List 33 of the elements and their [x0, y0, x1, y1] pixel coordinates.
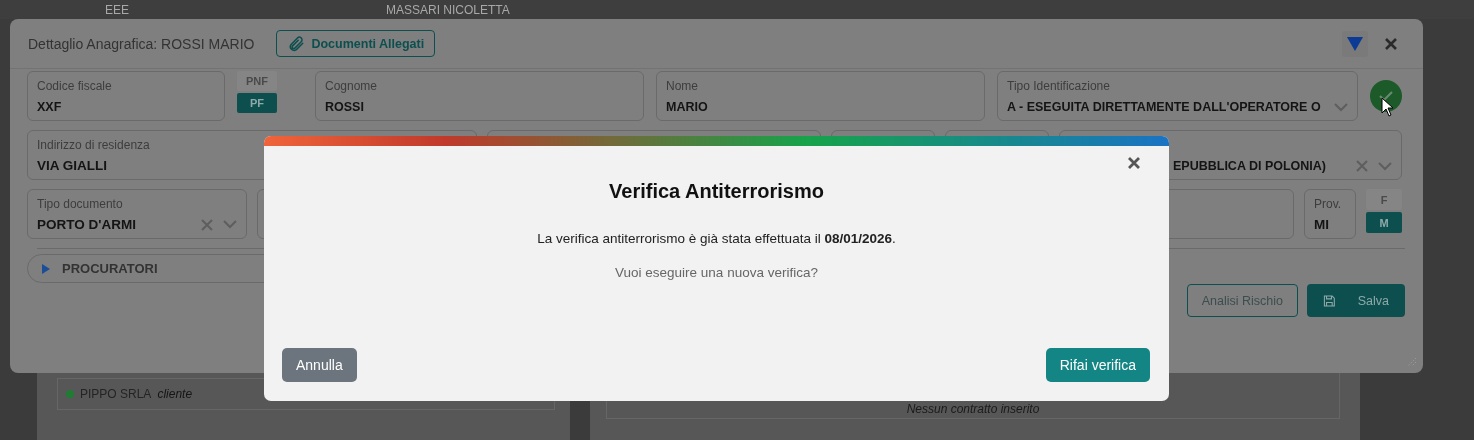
toggle-option[interactable]: F	[1366, 189, 1402, 210]
input-field[interactable]: Cognome ROSSI	[315, 71, 644, 121]
chevron-down-icon[interactable]	[223, 220, 237, 229]
table-cell: EEE	[105, 2, 129, 17]
attachments-button[interactable]: Documenti Allegati	[276, 30, 436, 57]
table-cell: MASSARI NICOLETTA	[386, 2, 510, 17]
chevron-down-icon[interactable]	[1378, 161, 1392, 171]
close-icon[interactable]	[1384, 36, 1398, 51]
close-icon[interactable]	[1127, 156, 1141, 170]
toggle-option[interactable]: M	[1366, 212, 1402, 233]
input-field[interactable]: Nome MARIO	[656, 71, 985, 121]
retry-button[interactable]: Rifai verifica	[1045, 348, 1150, 382]
window-title: Dettaglio Anagrafica: ROSSI MARIO	[28, 35, 255, 52]
cancel-button[interactable]: Annulla	[282, 348, 357, 382]
dialog-question: Vuoi eseguire una nuova verifica?	[615, 265, 818, 280]
toggle-option[interactable]: PF	[237, 93, 277, 113]
filter-button[interactable]	[1342, 30, 1368, 57]
clear-icon[interactable]	[1356, 160, 1368, 172]
select-field[interactable]: Tipo Identificazione A - ESEGUITA DIRETTAMENTE DALL'OPERATORE O	[997, 71, 1358, 121]
triangle-icon	[1347, 36, 1363, 51]
client-role: cliente	[157, 387, 193, 401]
dialog-title: Verifica Antiterrorismo	[609, 180, 824, 203]
input-field[interactable]: Codice fiscale XXF	[27, 71, 225, 121]
select-field[interactable]: Tipo documento PORTO D'ARMI	[27, 189, 247, 239]
chevron-down-icon[interactable]	[1334, 102, 1348, 112]
dialog-message: La verifica antiterrorismo è già stata effettuata il 08/01/2026.	[537, 231, 896, 246]
pointer-icon	[1381, 97, 1395, 117]
toggle-option[interactable]: PNF	[237, 71, 277, 91]
resize-grip-icon[interactable]	[1407, 357, 1417, 367]
clear-icon[interactable]	[201, 218, 213, 231]
save-button[interactable]: Salva	[1307, 284, 1405, 317]
input-field[interactable]: Prov. MI	[1304, 189, 1356, 239]
paperclip-icon	[287, 34, 306, 53]
